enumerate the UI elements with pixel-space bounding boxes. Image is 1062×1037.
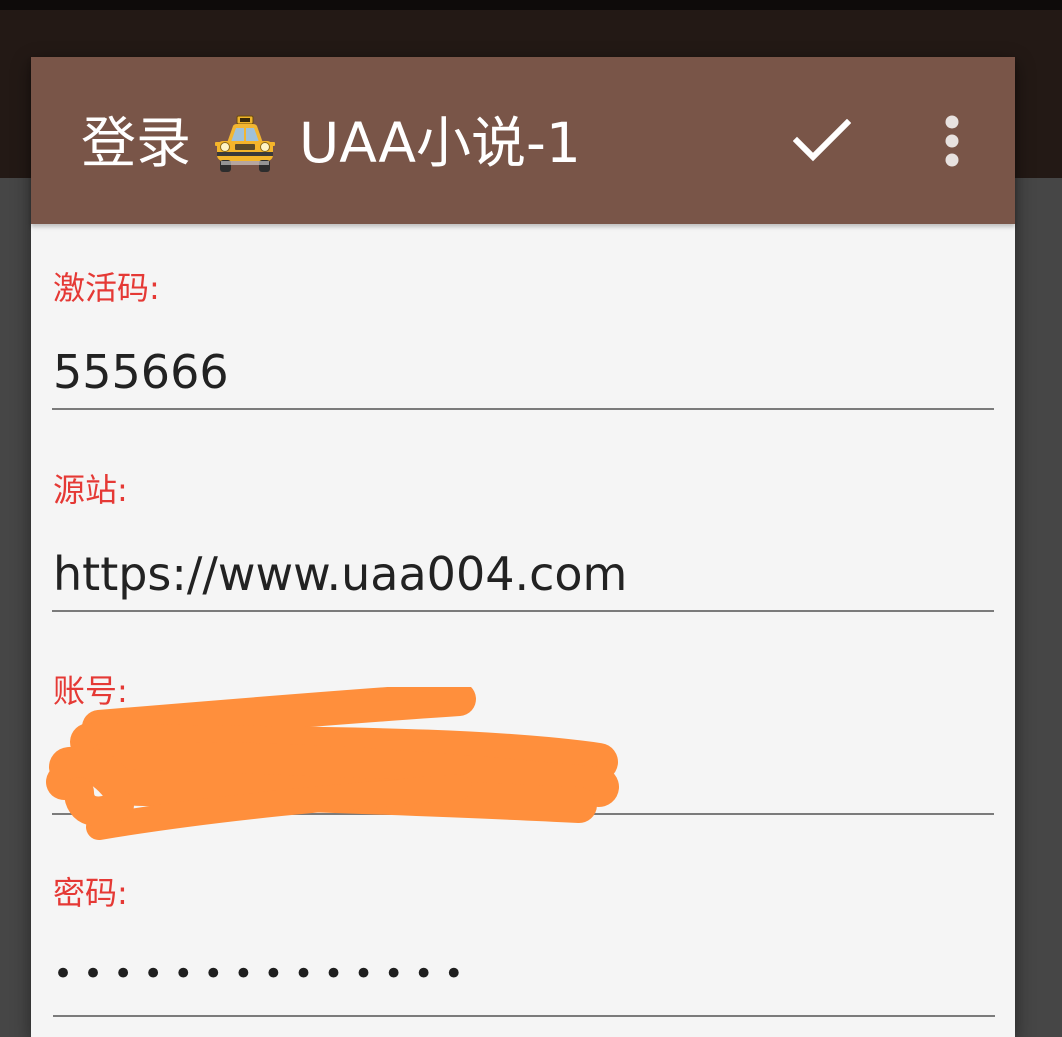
dialog-title-prefix: 登录: [81, 111, 192, 175]
confirm-button[interactable]: [787, 111, 857, 171]
password-input[interactable]: ••••••••••••••: [53, 943, 995, 1017]
activation-code-input[interactable]: [52, 336, 994, 410]
status-bar: [0, 0, 1062, 10]
login-dialog: 登录 UAA小说-1 激活码: 555666 源站: https://www.u…: [31, 57, 1015, 1037]
source-site-label: 源站:: [53, 471, 128, 509]
taxi-icon: [213, 115, 277, 175]
password-label: 密码:: [53, 874, 128, 912]
dialog-title: 登录 UAA小说-1: [81, 109, 581, 177]
more-options-button[interactable]: [927, 109, 977, 173]
redaction-scribble: [46, 687, 619, 840]
dialog-toolbar: 登录 UAA小说-1: [31, 57, 1015, 224]
activation-code-label: 激活码:: [53, 269, 160, 307]
check-icon: [793, 119, 851, 162]
dialog-title-suffix: UAA小说-1: [299, 111, 581, 175]
more-vert-icon: [945, 115, 959, 167]
source-site-input[interactable]: [52, 538, 994, 612]
